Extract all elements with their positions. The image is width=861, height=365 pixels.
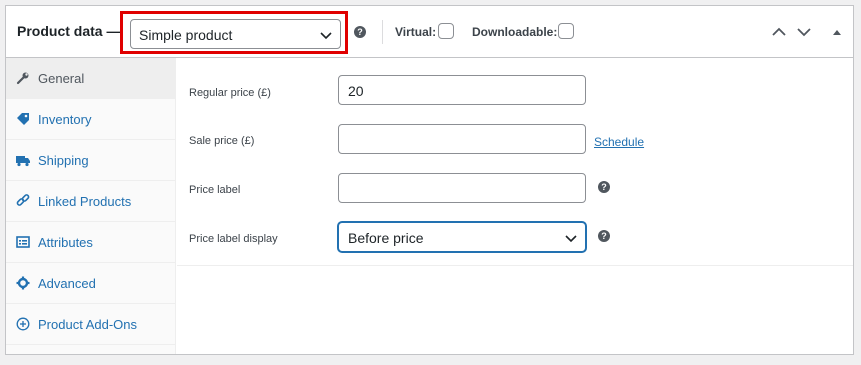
chevron-down-icon xyxy=(320,32,332,40)
collapse-toggle-icon[interactable] xyxy=(829,24,845,40)
general-options-panel: Regular price (£) 20 Sale price (£) Sche… xyxy=(177,58,853,266)
move-down-icon[interactable] xyxy=(796,24,812,40)
price-label-label: Price label xyxy=(189,184,241,196)
tab-product-add-ons[interactable]: Product Add-Ons xyxy=(6,304,175,345)
downloadable-checkbox[interactable] xyxy=(558,23,574,39)
price-label-input[interactable] xyxy=(338,173,586,203)
price-label-display-label: Price label display xyxy=(189,233,278,245)
tab-inventory[interactable]: Inventory xyxy=(6,99,175,140)
tab-attributes[interactable]: Attributes xyxy=(6,222,175,263)
help-icon[interactable]: ? xyxy=(598,181,610,193)
downloadable-label: Downloadable: xyxy=(472,25,558,39)
regular-price-label: Regular price (£) xyxy=(189,87,271,99)
list-icon xyxy=(16,236,30,248)
regular-price-value: 20 xyxy=(348,83,364,99)
truck-icon xyxy=(16,156,30,167)
product-data-panel: Product data — Simple product ? Virtual:… xyxy=(5,5,854,355)
tab-advanced[interactable]: Advanced xyxy=(6,263,175,304)
tab-label: Advanced xyxy=(38,276,96,291)
tab-label: Shipping xyxy=(38,153,89,168)
sale-price-label: Sale price (£) xyxy=(189,135,255,147)
price-label-display-value: Before price xyxy=(348,230,424,246)
panel-header: Product data — Simple product ? Virtual:… xyxy=(6,6,853,58)
tab-label: Linked Products xyxy=(38,194,132,209)
tab-label: Inventory xyxy=(38,112,92,127)
tab-shipping[interactable]: Shipping xyxy=(6,140,175,181)
gear-icon xyxy=(16,276,30,290)
header-divider xyxy=(382,20,383,44)
virtual-label: Virtual: xyxy=(395,25,437,39)
tab-label: General xyxy=(38,71,85,86)
wrench-icon xyxy=(16,72,29,85)
schedule-link[interactable]: Schedule xyxy=(594,135,644,149)
help-icon[interactable]: ? xyxy=(354,26,366,38)
link-icon xyxy=(16,194,30,206)
tab-label: Product Add-Ons xyxy=(38,317,137,332)
help-icon[interactable]: ? xyxy=(598,230,610,242)
sale-price-input[interactable] xyxy=(338,124,586,154)
move-up-icon[interactable] xyxy=(771,24,787,40)
chevron-down-icon xyxy=(565,235,577,243)
price-label-display-select[interactable]: Before price xyxy=(338,222,586,252)
panel-title: Product data — xyxy=(17,23,121,39)
product-type-value: Simple product xyxy=(139,27,233,43)
product-type-select[interactable]: Simple product xyxy=(130,19,341,49)
plus-circle-icon xyxy=(16,317,30,331)
product-data-tabs: General Inventory Shipping Linked Produc… xyxy=(6,58,176,354)
tag-icon xyxy=(17,113,29,125)
tab-label: Attributes xyxy=(38,235,93,250)
tab-general[interactable]: General xyxy=(6,58,175,99)
virtual-checkbox[interactable] xyxy=(438,23,454,39)
regular-price-input[interactable]: 20 xyxy=(338,75,586,105)
tab-linked-products[interactable]: Linked Products xyxy=(6,181,175,222)
